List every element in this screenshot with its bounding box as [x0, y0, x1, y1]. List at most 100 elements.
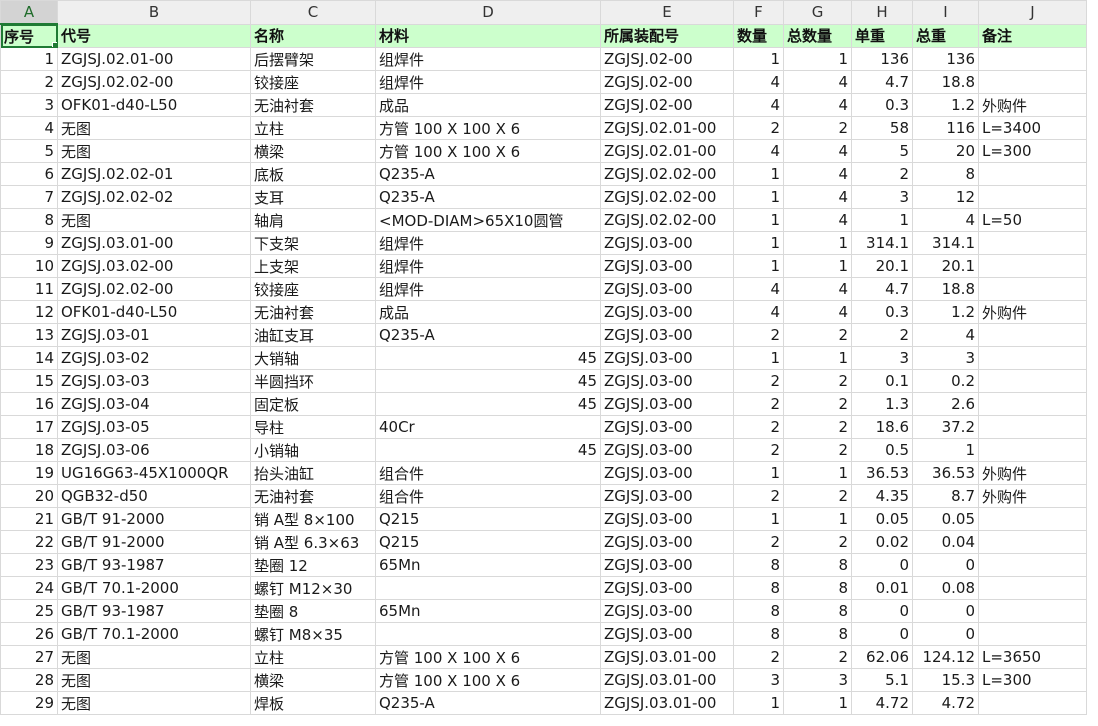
cell-total-weight[interactable]: 0.2 [912, 369, 979, 393]
cell-remark[interactable] [978, 47, 1087, 71]
cell-remark[interactable]: L=3400 [978, 116, 1087, 140]
cell-qty[interactable]: 4 [733, 139, 784, 163]
cell-assembly[interactable]: ZGJSJ.03-00 [600, 507, 734, 531]
cell-assembly[interactable]: ZGJSJ.03-00 [600, 254, 734, 278]
cell-unit-weight[interactable]: 314.1 [851, 231, 913, 255]
cell-unit-weight[interactable]: 5 [851, 139, 913, 163]
cell-qty[interactable]: 1 [733, 231, 784, 255]
cell-unit-weight[interactable]: 1 [851, 208, 913, 232]
cell-material[interactable] [375, 576, 601, 600]
cell-code[interactable]: ZGJSJ.03-03 [57, 369, 251, 393]
header-cell-code[interactable]: 代号 [57, 23, 251, 48]
cell-code[interactable]: UG16G63-45X1000QR [57, 461, 251, 485]
cell-total-weight[interactable]: 3 [912, 346, 979, 370]
cell-unit-weight[interactable]: 1.3 [851, 392, 913, 416]
cell-code[interactable]: ZGJSJ.03.01-00 [57, 231, 251, 255]
cell-name[interactable]: 螺钉 M8×35 [250, 622, 376, 646]
cell-remark[interactable] [978, 231, 1087, 255]
cell-index[interactable]: 3 [0, 93, 58, 117]
cell-assembly[interactable]: ZGJSJ.03-00 [600, 231, 734, 255]
cell-total-qty[interactable]: 4 [783, 70, 852, 94]
cell-total-weight[interactable]: 1.2 [912, 93, 979, 117]
cell-code[interactable]: ZGJSJ.03-04 [57, 392, 251, 416]
cell-name[interactable]: 横梁 [250, 668, 376, 692]
cell-index[interactable]: 10 [0, 254, 58, 278]
cell-remark[interactable] [978, 254, 1087, 278]
cell-unit-weight[interactable]: 0.5 [851, 438, 913, 462]
cell-qty[interactable]: 2 [733, 116, 784, 140]
cell-index[interactable]: 28 [0, 668, 58, 692]
cell-material[interactable]: Q235-A [375, 323, 601, 347]
header-cell-name[interactable]: 名称 [250, 23, 376, 48]
cell-unit-weight[interactable]: 2 [851, 162, 913, 186]
cell-index[interactable]: 26 [0, 622, 58, 646]
cell-qty[interactable]: 3 [733, 668, 784, 692]
cell-assembly[interactable]: ZGJSJ.03-00 [600, 576, 734, 600]
cell-unit-weight[interactable]: 5.1 [851, 668, 913, 692]
cell-unit-weight[interactable]: 0.3 [851, 300, 913, 324]
cell-total-qty[interactable]: 8 [783, 576, 852, 600]
cell-material[interactable]: 方管 100 X 100 X 6 [375, 116, 601, 140]
cell-total-weight[interactable]: 4 [912, 208, 979, 232]
cell-total-qty[interactable]: 2 [783, 369, 852, 393]
cell-qty[interactable]: 1 [733, 162, 784, 186]
cell-remark[interactable] [978, 553, 1087, 577]
cell-total-weight[interactable]: 20 [912, 139, 979, 163]
cell-index[interactable]: 17 [0, 415, 58, 439]
cell-qty[interactable]: 2 [733, 392, 784, 416]
header-cell-index[interactable]: 序号 [0, 23, 58, 48]
cell-material[interactable]: 成品 [375, 93, 601, 117]
cell-qty[interactable]: 8 [733, 553, 784, 577]
cell-code[interactable]: ZGJSJ.03-02 [57, 346, 251, 370]
cell-unit-weight[interactable]: 2 [851, 323, 913, 347]
header-cell-qty[interactable]: 数量 [733, 23, 784, 48]
cell-total-weight[interactable]: 136 [912, 47, 979, 71]
cell-unit-weight[interactable]: 0.1 [851, 369, 913, 393]
column-header-f[interactable]: F [733, 0, 784, 25]
cell-material[interactable]: Q235-A [375, 691, 601, 715]
cell-name[interactable]: 销 A型 6.3×63 [250, 530, 376, 554]
cell-total-weight[interactable]: 124.12 [912, 645, 979, 669]
header-cell-remark[interactable]: 备注 [978, 23, 1087, 48]
cell-name[interactable]: 导柱 [250, 415, 376, 439]
cell-code[interactable]: 无图 [57, 668, 251, 692]
cell-code[interactable]: OFK01-d40-L50 [57, 93, 251, 117]
cell-assembly[interactable]: ZGJSJ.03.01-00 [600, 645, 734, 669]
cell-assembly[interactable]: ZGJSJ.02.01-00 [600, 139, 734, 163]
cell-total-qty[interactable]: 4 [783, 185, 852, 209]
cell-remark[interactable] [978, 622, 1087, 646]
header-cell-unit-weight[interactable]: 单重 [851, 23, 913, 48]
cell-index[interactable]: 6 [0, 162, 58, 186]
cell-remark[interactable]: 外购件 [978, 461, 1087, 485]
cell-code[interactable]: GB/T 70.1-2000 [57, 576, 251, 600]
cell-code[interactable]: ZGJSJ.03-06 [57, 438, 251, 462]
cell-assembly[interactable]: ZGJSJ.03-00 [600, 323, 734, 347]
cell-remark[interactable] [978, 369, 1087, 393]
cell-unit-weight[interactable]: 4.35 [851, 484, 913, 508]
cell-index[interactable]: 9 [0, 231, 58, 255]
cell-qty[interactable]: 1 [733, 346, 784, 370]
cell-qty[interactable]: 4 [733, 93, 784, 117]
cell-assembly[interactable]: ZGJSJ.03-00 [600, 346, 734, 370]
cell-total-qty[interactable]: 8 [783, 599, 852, 623]
column-header-a[interactable]: A [0, 0, 58, 25]
cell-code[interactable]: GB/T 91-2000 [57, 507, 251, 531]
cell-unit-weight[interactable]: 0.02 [851, 530, 913, 554]
cell-total-qty[interactable]: 1 [783, 47, 852, 71]
cell-assembly[interactable]: ZGJSJ.03-00 [600, 530, 734, 554]
cell-index[interactable]: 2 [0, 70, 58, 94]
cell-assembly[interactable]: ZGJSJ.02-00 [600, 93, 734, 117]
column-header-e[interactable]: E [600, 0, 734, 25]
cell-qty[interactable]: 1 [733, 461, 784, 485]
cell-index[interactable]: 24 [0, 576, 58, 600]
cell-total-qty[interactable]: 2 [783, 530, 852, 554]
cell-unit-weight[interactable]: 4.7 [851, 277, 913, 301]
cell-assembly[interactable]: ZGJSJ.02.02-00 [600, 208, 734, 232]
cell-remark[interactable] [978, 162, 1087, 186]
cell-remark[interactable]: L=300 [978, 668, 1087, 692]
cell-name[interactable]: 铰接座 [250, 70, 376, 94]
cell-index[interactable]: 18 [0, 438, 58, 462]
cell-assembly[interactable]: ZGJSJ.03-00 [600, 438, 734, 462]
cell-qty[interactable]: 2 [733, 438, 784, 462]
cell-material[interactable]: 65Mn [375, 553, 601, 577]
